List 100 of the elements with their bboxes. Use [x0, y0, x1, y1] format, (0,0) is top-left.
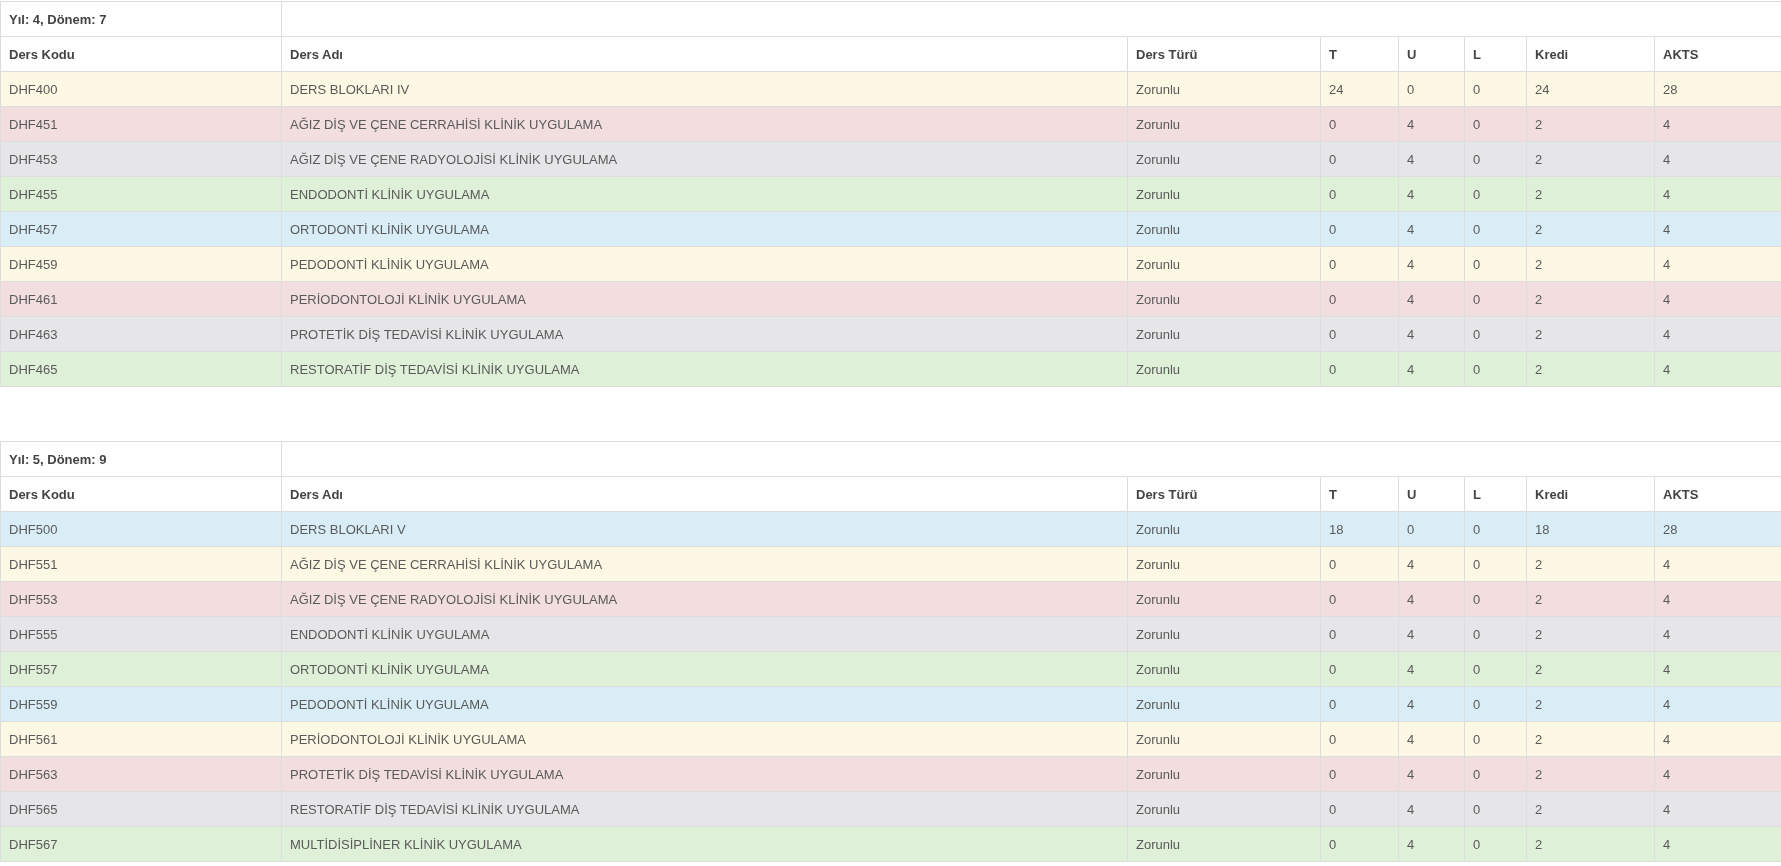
table-cell: 0: [1464, 651, 1527, 687]
table-cell: 0: [1320, 106, 1399, 142]
table-cell: 0: [1320, 546, 1399, 582]
table-cell: 0: [1464, 176, 1527, 212]
table-cell: 2: [1526, 106, 1655, 142]
table-cell: Zorunlu: [1127, 721, 1321, 757]
table-cell: ENDODONTİ KLİNİK UYGULAMA: [281, 616, 1128, 652]
table-cell: 4: [1398, 176, 1465, 212]
table-cell: 4: [1398, 246, 1465, 282]
table-cell: Zorunlu: [1127, 316, 1321, 352]
table-cell: 4: [1398, 141, 1465, 177]
table-cell: DHF459: [0, 246, 282, 282]
table-cell: Zorunlu: [1127, 826, 1321, 862]
table-cell: 2: [1526, 246, 1655, 282]
table-cell: Zorunlu: [1127, 686, 1321, 722]
table-cell: PERİODONTOLOJİ KLİNİK UYGULAMA: [281, 721, 1128, 757]
table-cell: 0: [1320, 581, 1399, 617]
column-header: L: [1464, 36, 1527, 72]
table-cell: 24: [1526, 71, 1655, 107]
table-cell: 2: [1526, 686, 1655, 722]
table-cell: RESTORATİF DİŞ TEDAVİSİ KLİNİK UYGULAMA: [281, 351, 1128, 387]
table-cell: Zorunlu: [1127, 651, 1321, 687]
table-cell: 0: [1464, 686, 1527, 722]
column-header: T: [1320, 476, 1399, 512]
table-cell: 4: [1398, 281, 1465, 317]
table-cell: DHF463: [0, 316, 282, 352]
table-cell: 0: [1464, 511, 1527, 547]
table-cell: Zorunlu: [1127, 791, 1321, 827]
table-cell: Zorunlu: [1127, 71, 1321, 107]
column-header: Kredi: [1526, 36, 1655, 72]
table-cell: 2: [1526, 281, 1655, 317]
column-header: Ders Türü: [1127, 36, 1321, 72]
table-cell: Zorunlu: [1127, 756, 1321, 792]
table-cell: DHF457: [0, 211, 282, 247]
table-cell: 2: [1526, 141, 1655, 177]
table-cell: DHF465: [0, 351, 282, 387]
table-cell: ORTODONTİ KLİNİK UYGULAMA: [281, 651, 1128, 687]
table-cell: 2: [1526, 756, 1655, 792]
table-cell: DHF551: [0, 546, 282, 582]
table-cell: 2: [1526, 616, 1655, 652]
table-cell: 0: [1320, 211, 1399, 247]
table-cell: DHF559: [0, 686, 282, 722]
column-header: Ders Türü: [1127, 476, 1321, 512]
table-cell: 0: [1464, 581, 1527, 617]
table-cell: 0: [1320, 756, 1399, 792]
table-cell: 0: [1464, 281, 1527, 317]
table-cell: 0: [1320, 316, 1399, 352]
table-cell: PROTETİK DİŞ TEDAVİSİ KLİNİK UYGULAMA: [281, 756, 1128, 792]
table-cell: AĞIZ DİŞ VE ÇENE CERRAHİSİ KLİNİK UYGULAMA: [281, 106, 1128, 142]
table-cell: 0: [1464, 106, 1527, 142]
column-header: Kredi: [1526, 476, 1655, 512]
table-cell: 4: [1398, 756, 1465, 792]
table-cell: Zorunlu: [1127, 281, 1321, 317]
column-header: Ders Adı: [281, 36, 1128, 72]
table-cell: DHF563: [0, 756, 282, 792]
table-cell: 0: [1464, 246, 1527, 282]
table-cell: 18: [1320, 511, 1399, 547]
table-cell: 4: [1398, 581, 1465, 617]
table-cell: 2: [1526, 651, 1655, 687]
table-cell: 4: [1398, 211, 1465, 247]
table-cell: 0: [1464, 826, 1527, 862]
table-cell: Zorunlu: [1127, 246, 1321, 282]
table-cell: 4: [1398, 651, 1465, 687]
table-cell: 4: [1398, 546, 1465, 582]
table-cell: DHF557: [0, 651, 282, 687]
table-cell: 0: [1320, 721, 1399, 757]
table-cell: 0: [1320, 686, 1399, 722]
table-cell: 0: [1320, 281, 1399, 317]
table-cell: DERS BLOKLARI V: [281, 511, 1128, 547]
table-cell: 2: [1526, 176, 1655, 212]
table-cell: 0: [1320, 616, 1399, 652]
table-cell: PEDODONTİ KLİNİK UYGULAMA: [281, 246, 1128, 282]
table-cell: DHF461: [0, 281, 282, 317]
table-cell: 2: [1526, 351, 1655, 387]
table-cell: 4: [1398, 826, 1465, 862]
table-cell: ORTODONTİ KLİNİK UYGULAMA: [281, 211, 1128, 247]
table-cell: 2: [1526, 211, 1655, 247]
table-cell: AĞIZ DİŞ VE ÇENE RADYOLOJİSİ KLİNİK UYGULAMA: [281, 581, 1128, 617]
table-cell: DHF565: [0, 791, 282, 827]
table-cell: 0: [1398, 511, 1465, 547]
table-cell: PEDODONTİ KLİNİK UYGULAMA: [281, 686, 1128, 722]
table-cell: 0: [1464, 546, 1527, 582]
table-cell: 2: [1526, 826, 1655, 862]
table-cell: AĞIZ DİŞ VE ÇENE CERRAHİSİ KLİNİK UYGULAMA: [281, 546, 1128, 582]
table-cell: 4: [1398, 686, 1465, 722]
table-cell: 0: [1320, 351, 1399, 387]
column-header: Ders Kodu: [0, 36, 282, 72]
table-cell: 24: [1320, 71, 1399, 107]
table-cell: RESTORATİF DİŞ TEDAVİSİ KLİNİK UYGULAMA: [281, 791, 1128, 827]
table-cell: 0: [1464, 211, 1527, 247]
table-cell: ENDODONTİ KLİNİK UYGULAMA: [281, 176, 1128, 212]
table-cell: Zorunlu: [1127, 511, 1321, 547]
table-cell: PERİODONTOLOJİ KLİNİK UYGULAMA: [281, 281, 1128, 317]
table-cell: 0: [1464, 721, 1527, 757]
table-cell: DHF500: [0, 511, 282, 547]
table-cell: 2: [1526, 316, 1655, 352]
table-cell: PROTETİK DİŞ TEDAVİSİ KLİNİK UYGULAMA: [281, 316, 1128, 352]
semester-title: Yıl: 4, Dönem: 7: [0, 1, 282, 37]
table-cell: DERS BLOKLARI IV: [281, 71, 1128, 107]
column-header: U: [1398, 36, 1465, 72]
